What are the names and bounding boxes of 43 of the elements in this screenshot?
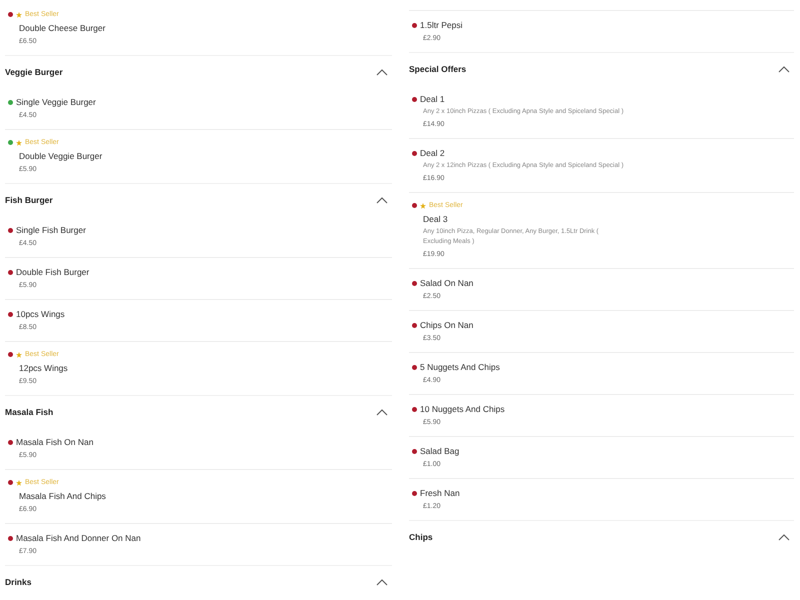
item-name[interactable]: Single Veggie Burger (16, 96, 96, 108)
item-name[interactable]: Deal 1 (420, 93, 445, 105)
category-header[interactable]: Chips (409, 520, 794, 553)
item-name[interactable]: 10pcs Wings (16, 308, 65, 320)
item-name[interactable]: 12pcs Wings (8, 362, 68, 374)
item-name[interactable]: Double Veggie Burger (8, 150, 102, 162)
item-name[interactable]: Double Cheese Burger (8, 22, 106, 34)
category-header[interactable]: Veggie Burger (5, 55, 392, 88)
category-title: Drinks (5, 576, 32, 588)
item-name[interactable]: 1.5ltr Pepsi (420, 19, 463, 31)
category-header[interactable]: Masala Fish (5, 395, 392, 428)
category-header[interactable]: Fish Burger (5, 183, 392, 216)
item-name[interactable]: Salad Bag (420, 445, 460, 457)
chevron-up-icon[interactable] (778, 534, 790, 540)
chevron-up-icon[interactable] (376, 408, 388, 416)
star-icon (420, 202, 426, 208)
category-header[interactable]: Special Offers (409, 52, 794, 85)
item-name[interactable]: Masala Fish And Donner On Nan (16, 532, 141, 544)
item-name[interactable]: Masala Fish And Chips (8, 490, 106, 502)
category-title: Chips (409, 531, 433, 543)
star-icon (16, 140, 22, 146)
chevron-up-icon[interactable] (778, 66, 790, 72)
item-name[interactable]: Deal 2 (420, 147, 445, 159)
item-name[interactable]: Fresh Nan (420, 487, 460, 499)
item-name[interactable]: Deal 3 (412, 213, 448, 225)
star-icon (16, 480, 22, 486)
category-title: Veggie Burger (5, 66, 63, 78)
category-title: Special Offers (409, 63, 466, 75)
chevron-up-icon[interactable] (376, 196, 388, 204)
item-name[interactable]: Single Fish Burger (16, 224, 86, 236)
star-icon (16, 352, 22, 358)
category-header[interactable]: Drinks (5, 565, 392, 598)
star-icon (16, 12, 22, 18)
item-name[interactable]: Chips On Nan (420, 319, 474, 331)
item-name[interactable]: Salad On Nan (420, 277, 474, 289)
item-name[interactable]: Masala Fish On Nan (16, 436, 94, 448)
category-title: Fish Burger (5, 194, 53, 206)
chevron-up-icon[interactable] (376, 578, 388, 586)
category-title: Masala Fish (5, 406, 54, 418)
item-name[interactable]: Double Fish Burger (16, 266, 90, 278)
chevron-up-icon[interactable] (376, 68, 388, 76)
item-name[interactable]: 10 Nuggets And Chips (420, 403, 505, 415)
item-name[interactable]: 5 Nuggets And Chips (420, 361, 500, 373)
